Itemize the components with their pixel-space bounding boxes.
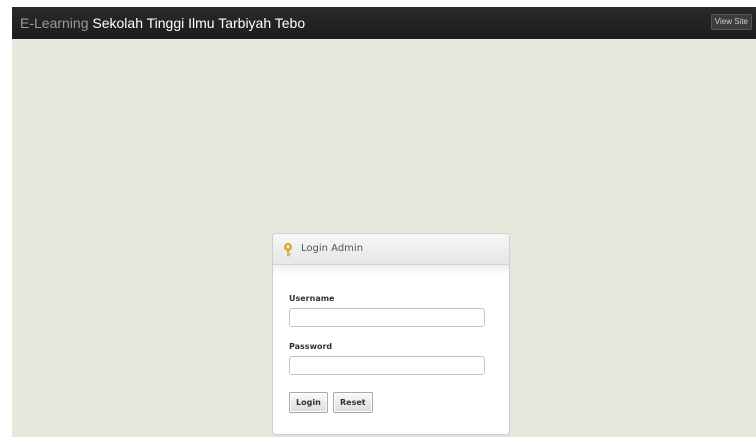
login-panel-title: Login Admin <box>301 243 364 254</box>
brand-prefix: E-Learning <box>20 15 89 31</box>
brand-name: Sekolah Tinggi Ilmu Tarbiyah Tebo <box>92 15 306 31</box>
password-label: Password <box>289 342 333 351</box>
reset-button[interactable]: Reset <box>333 392 373 413</box>
view-site-button[interactable]: View Site <box>710 14 752 30</box>
key-icon <box>283 242 293 257</box>
header-shadow <box>273 265 509 275</box>
password-input[interactable] <box>289 356 485 375</box>
login-panel: Login Admin Username Password Login Rese… <box>272 233 510 435</box>
username-input[interactable] <box>289 308 485 327</box>
app-frame: E-Learning Sekolah Tinggi Ilmu Tarbiyah … <box>12 7 756 437</box>
top-navbar: E-Learning Sekolah Tinggi Ilmu Tarbiyah … <box>12 7 756 39</box>
login-button[interactable]: Login <box>289 392 328 413</box>
login-panel-header: Login Admin <box>273 234 509 265</box>
brand-title[interactable]: E-Learning Sekolah Tinggi Ilmu Tarbiyah … <box>20 14 305 32</box>
username-label: Username <box>289 294 335 303</box>
